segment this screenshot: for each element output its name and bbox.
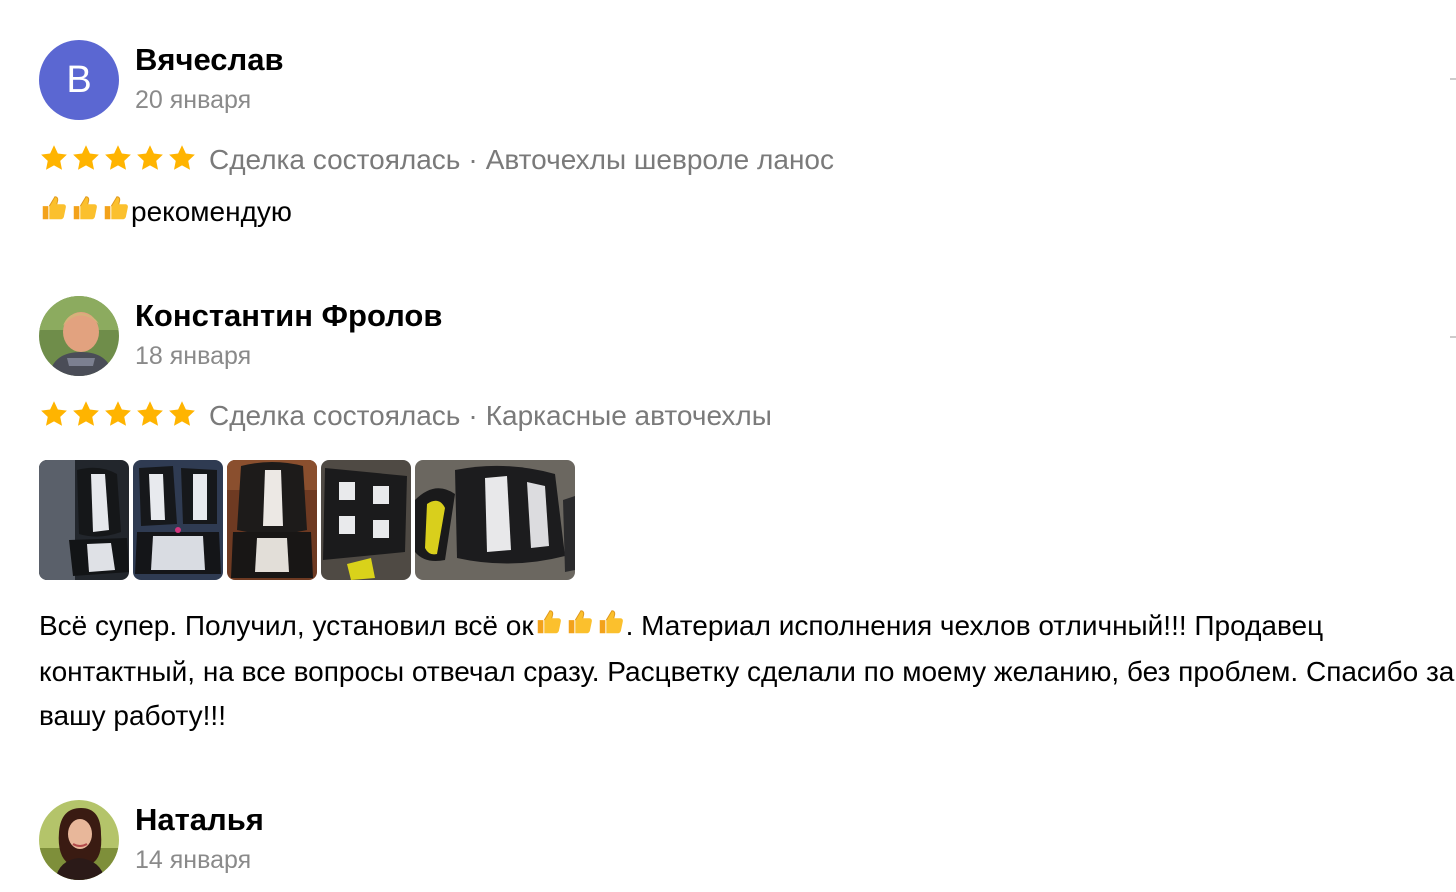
rating-row: Сделка состоялась · Авточехлы шевроле лано… (39, 140, 834, 180)
avatar[interactable] (39, 800, 119, 880)
meta-separator: · (468, 144, 478, 175)
deal-status: Сделка состоялась (209, 400, 461, 431)
star-icon (135, 399, 165, 434)
thumbs-group (39, 192, 131, 236)
rating-stars (39, 399, 197, 434)
star-icon (39, 399, 69, 434)
review-text: рекомендую (39, 190, 1456, 236)
scroll-edge-mark (1450, 336, 1456, 338)
star-icon (135, 143, 165, 178)
deal-item: Авточехлы шевроле ланос (485, 144, 834, 175)
review-photo[interactable] (227, 460, 317, 580)
review-text-body: рекомендую (131, 196, 292, 227)
thumbs-up-emoji (101, 192, 131, 236)
review-meta: Сделка состоялась · Авточехлы шевроле лано… (209, 144, 834, 176)
thumbs-group (534, 606, 626, 650)
thumbs-up-emoji (70, 192, 100, 236)
thumbs-up-emoji (534, 606, 564, 650)
review-author[interactable]: Константин Фролов (135, 298, 442, 334)
avatar-letter: В (66, 58, 92, 101)
review-date: 20 января (135, 86, 252, 114)
review-meta: Сделка состоялась · Каркасные авточехлы (209, 400, 772, 432)
review-author[interactable]: Вячеслав (135, 42, 284, 78)
thumbs-up-emoji (565, 606, 595, 650)
avatar-photo (39, 800, 119, 880)
review-card: В Вячеслав 20 января Сделка состоялась · А… (39, 40, 1456, 240)
star-icon (167, 143, 197, 178)
review-date: 14 января (135, 846, 252, 874)
review-photo[interactable] (415, 460, 575, 580)
avatar[interactable] (39, 296, 119, 376)
review-text: Всё супер. Получил, установил всё ок. Ма… (39, 604, 1456, 738)
star-icon (103, 143, 133, 178)
scroll-edge-mark (1450, 78, 1456, 80)
avatar[interactable]: В (39, 40, 119, 120)
review-text-part1: Всё супер. Получил, установил всё ок (39, 610, 534, 641)
review-photo[interactable] (39, 460, 129, 580)
deal-item: Каркасные авточехлы (485, 400, 772, 431)
review-card: Константин Фролов 18 января Сделка состо… (39, 296, 1456, 746)
rating-row: Сделка состоялась · Каркасные авточехлы (39, 396, 772, 436)
star-icon (71, 143, 101, 178)
review-date: 18 января (135, 342, 252, 370)
thumbs-up-emoji (596, 606, 626, 650)
meta-separator: · (468, 400, 478, 431)
review-photos (39, 460, 575, 580)
avatar-photo (39, 296, 119, 376)
deal-status: Сделка состоялась (209, 144, 461, 175)
thumbs-up-emoji (39, 192, 69, 236)
star-icon (103, 399, 133, 434)
star-icon (71, 399, 101, 434)
review-card: Наталья 14 января (39, 800, 1456, 892)
review-photo[interactable] (133, 460, 223, 580)
review-photo[interactable] (321, 460, 411, 580)
star-icon (167, 399, 197, 434)
star-icon (39, 143, 69, 178)
review-author[interactable]: Наталья (135, 802, 264, 838)
rating-stars (39, 143, 197, 178)
